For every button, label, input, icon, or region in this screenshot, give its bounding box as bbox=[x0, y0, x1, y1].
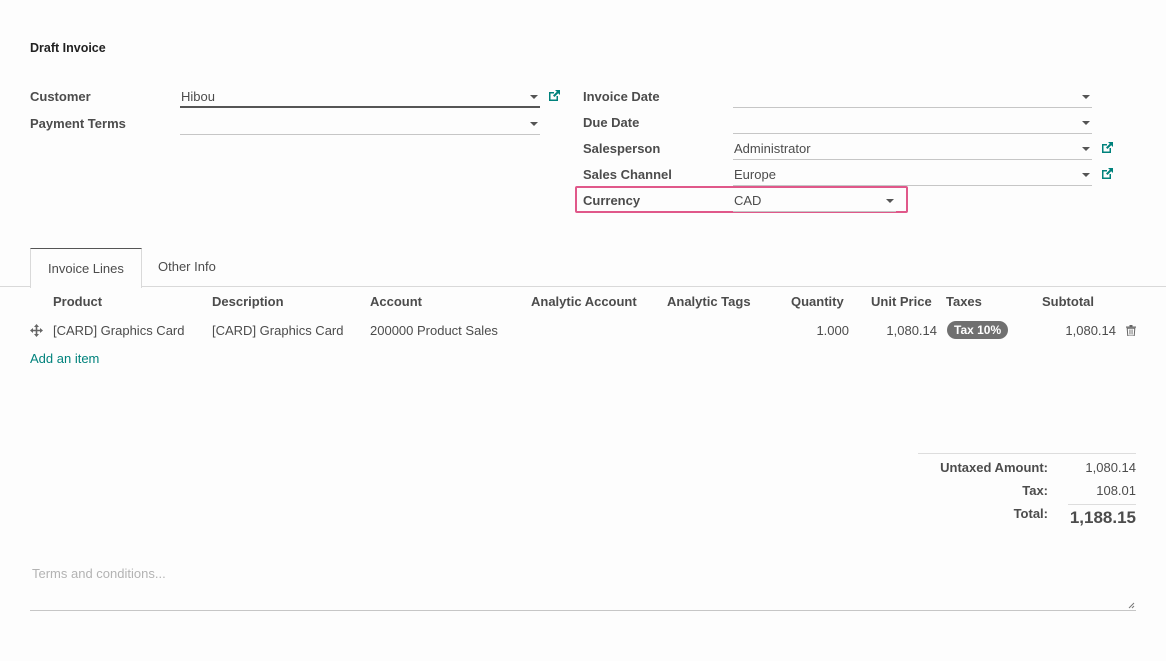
drag-handle-icon[interactable] bbox=[30, 324, 43, 337]
column-header-taxes[interactable]: Taxes bbox=[946, 294, 982, 309]
customer-field[interactable]: Hibou bbox=[180, 86, 540, 108]
currency-value: CAD bbox=[734, 193, 762, 208]
external-link-icon[interactable] bbox=[1100, 141, 1114, 155]
cell-description[interactable]: [CARD] Graphics Card bbox=[212, 323, 343, 338]
column-header-product[interactable]: Product bbox=[53, 294, 102, 309]
total-value: 1,188.15 bbox=[1069, 508, 1136, 527]
due-date-field[interactable] bbox=[733, 112, 1092, 134]
cell-quantity[interactable]: 1.000 bbox=[789, 323, 849, 338]
total-label: Total: bbox=[1013, 506, 1048, 521]
sales-channel-field[interactable]: Europe bbox=[733, 164, 1092, 186]
salesperson-label: Salesperson bbox=[583, 141, 661, 156]
due-date-label: Due Date bbox=[583, 115, 640, 130]
salesperson-field[interactable]: Administrator bbox=[733, 138, 1092, 160]
invoice-date-label: Invoice Date bbox=[583, 89, 660, 104]
column-header-analytic-account[interactable]: Analytic Account bbox=[531, 294, 637, 309]
total-divider bbox=[1068, 504, 1136, 505]
tab-invoice-lines[interactable]: Invoice Lines bbox=[30, 248, 142, 288]
chevron-down-icon[interactable] bbox=[530, 95, 538, 99]
totals-divider bbox=[918, 453, 1136, 454]
invoice-date-field[interactable] bbox=[733, 86, 1092, 108]
cell-product[interactable]: [CARD] Graphics Card bbox=[53, 323, 184, 338]
cell-subtotal: 1,080.14 bbox=[1065, 323, 1116, 338]
cell-unit-price[interactable]: 1,080.14 bbox=[866, 323, 937, 338]
resize-handle-icon[interactable] bbox=[1127, 601, 1135, 609]
chevron-down-icon[interactable] bbox=[1082, 121, 1090, 125]
trash-icon[interactable] bbox=[1126, 325, 1136, 336]
external-link-icon[interactable] bbox=[1100, 167, 1114, 181]
payment-terms-field[interactable] bbox=[180, 113, 540, 135]
salesperson-value: Administrator bbox=[734, 141, 811, 156]
chevron-down-icon[interactable] bbox=[1082, 95, 1090, 99]
chevron-down-icon[interactable] bbox=[886, 199, 894, 203]
currency-field[interactable]: CAD bbox=[733, 190, 896, 212]
tax-badge[interactable]: Tax 10% bbox=[947, 321, 1009, 339]
page-title: Draft Invoice bbox=[30, 41, 106, 55]
column-header-analytic-tags[interactable]: Analytic Tags bbox=[667, 294, 751, 309]
chevron-down-icon[interactable] bbox=[1082, 173, 1090, 177]
column-header-subtotal[interactable]: Subtotal bbox=[1042, 294, 1094, 309]
add-item-link[interactable]: Add an item bbox=[30, 351, 99, 366]
cell-account[interactable]: 200000 Product Sales bbox=[370, 323, 498, 338]
sales-channel-value: Europe bbox=[734, 167, 776, 182]
untaxed-amount-label: Untaxed Amount: bbox=[940, 460, 1048, 475]
column-header-account[interactable]: Account bbox=[370, 294, 422, 309]
column-header-description[interactable]: Description bbox=[212, 294, 284, 309]
tax-value: 108.01 bbox=[1096, 483, 1136, 498]
customer-label: Customer bbox=[30, 89, 91, 104]
payment-terms-label: Payment Terms bbox=[30, 116, 126, 131]
chevron-down-icon[interactable] bbox=[530, 122, 538, 126]
tab-bar: Invoice Lines Other Info bbox=[0, 247, 1166, 288]
sales-channel-label: Sales Channel bbox=[583, 167, 672, 182]
currency-label: Currency bbox=[583, 193, 641, 208]
tab-other-info[interactable]: Other Info bbox=[141, 247, 233, 287]
column-header-quantity[interactable]: Quantity bbox=[791, 294, 844, 309]
column-header-unit-price[interactable]: Unit Price bbox=[871, 294, 932, 309]
terms-and-conditions-input[interactable] bbox=[30, 560, 1136, 611]
chevron-down-icon[interactable] bbox=[1082, 147, 1090, 151]
external-link-icon[interactable] bbox=[547, 89, 561, 103]
tax-label: Tax: bbox=[1022, 483, 1048, 498]
customer-value: Hibou bbox=[181, 89, 215, 104]
untaxed-amount-value: 1,080.14 bbox=[1085, 460, 1136, 475]
